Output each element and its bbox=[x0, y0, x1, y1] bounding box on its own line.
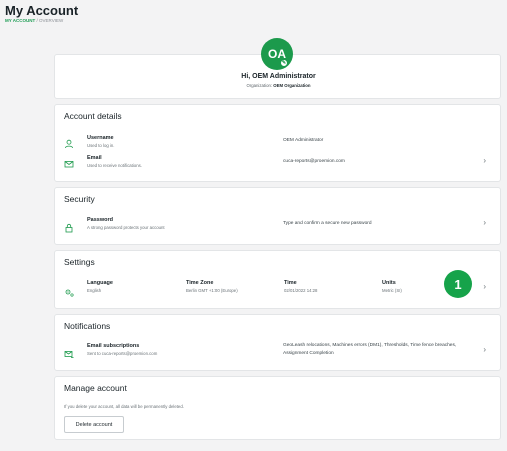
organization-value: OEM Organization bbox=[273, 83, 311, 88]
security-title: Security bbox=[64, 194, 95, 204]
password-desc: A strong password protects your account bbox=[87, 225, 165, 230]
username-value: OEM Administrator bbox=[283, 138, 324, 143]
chevron-right-icon[interactable]: › bbox=[483, 345, 486, 354]
timezone-value: Berlin GMT +1:00 (Europe) bbox=[186, 288, 238, 293]
email-value[interactable]: cuca-reports@proemion.com bbox=[283, 159, 345, 164]
email-desc: Used to receive notifications. bbox=[87, 163, 142, 168]
greeting: Hi, OEM Administrator bbox=[241, 73, 316, 80]
units-value: Metric (SI) bbox=[382, 288, 402, 293]
language-value: English bbox=[87, 288, 102, 293]
breadcrumb: MY ACCOUNT / OVERVIEW bbox=[5, 18, 63, 23]
chevron-right-icon[interactable]: › bbox=[483, 282, 486, 291]
username-label: Username bbox=[87, 135, 114, 141]
settings-title: Settings bbox=[64, 257, 95, 267]
username-desc: Used to log in. bbox=[87, 143, 115, 148]
manage-account-title: Manage account bbox=[64, 383, 127, 393]
avatar[interactable]: OA bbox=[261, 38, 293, 70]
chevron-right-icon[interactable]: › bbox=[483, 156, 486, 165]
page-title: My Account bbox=[5, 3, 79, 18]
manage-account-card: Manage account If you delete your accoun… bbox=[54, 376, 501, 440]
delete-account-button[interactable]: Delete account bbox=[64, 416, 124, 433]
security-card: Security Password A strong password prot… bbox=[54, 187, 501, 245]
time-value: 02/01/2022 14:28 bbox=[284, 288, 318, 293]
user-icon bbox=[64, 136, 74, 149]
email-subscriptions-label: Email subscriptions bbox=[87, 343, 140, 349]
email-subscriptions-value[interactable]: GeoLeash relocations, Machines errors (D… bbox=[283, 342, 475, 357]
step-badge: 1 bbox=[444, 270, 472, 298]
breadcrumb-my-account[interactable]: MY ACCOUNT bbox=[5, 18, 35, 23]
organization-label: Organization: bbox=[246, 83, 273, 88]
mail-send-icon bbox=[64, 346, 74, 358]
settings-card: Settings Language English Time Zone Berl… bbox=[54, 250, 501, 309]
notifications-title: Notifications bbox=[64, 321, 111, 331]
lock-icon bbox=[64, 220, 74, 233]
email-label: Email bbox=[87, 155, 102, 161]
delete-warning: If you delete your account, all data wil… bbox=[64, 404, 184, 409]
time-label: Time bbox=[284, 280, 297, 286]
units-label: Units bbox=[382, 280, 396, 286]
account-details-title: Account details bbox=[64, 111, 122, 121]
chevron-right-icon[interactable]: › bbox=[483, 218, 486, 227]
notifications-card: Notifications Email subscriptions Sent t… bbox=[54, 314, 501, 371]
email-subscriptions-desc: Sent to cuca-reports@proemion.com bbox=[87, 351, 158, 356]
breadcrumb-overview: OVERVIEW bbox=[39, 18, 64, 23]
account-details-card: Account details Username Used to log in.… bbox=[54, 104, 501, 182]
organization: Organization: OEM Organization bbox=[55, 83, 502, 88]
timezone-label: Time Zone bbox=[186, 280, 214, 286]
avatar-edit-icon[interactable]: ✎ bbox=[280, 59, 288, 67]
password-label: Password bbox=[87, 217, 113, 223]
language-label: Language bbox=[87, 280, 113, 286]
mail-icon bbox=[64, 156, 74, 168]
breadcrumb-separator: / bbox=[36, 18, 38, 23]
password-value[interactable]: Type and confirm a secure new password bbox=[283, 221, 372, 226]
gear-icon bbox=[64, 284, 74, 297]
